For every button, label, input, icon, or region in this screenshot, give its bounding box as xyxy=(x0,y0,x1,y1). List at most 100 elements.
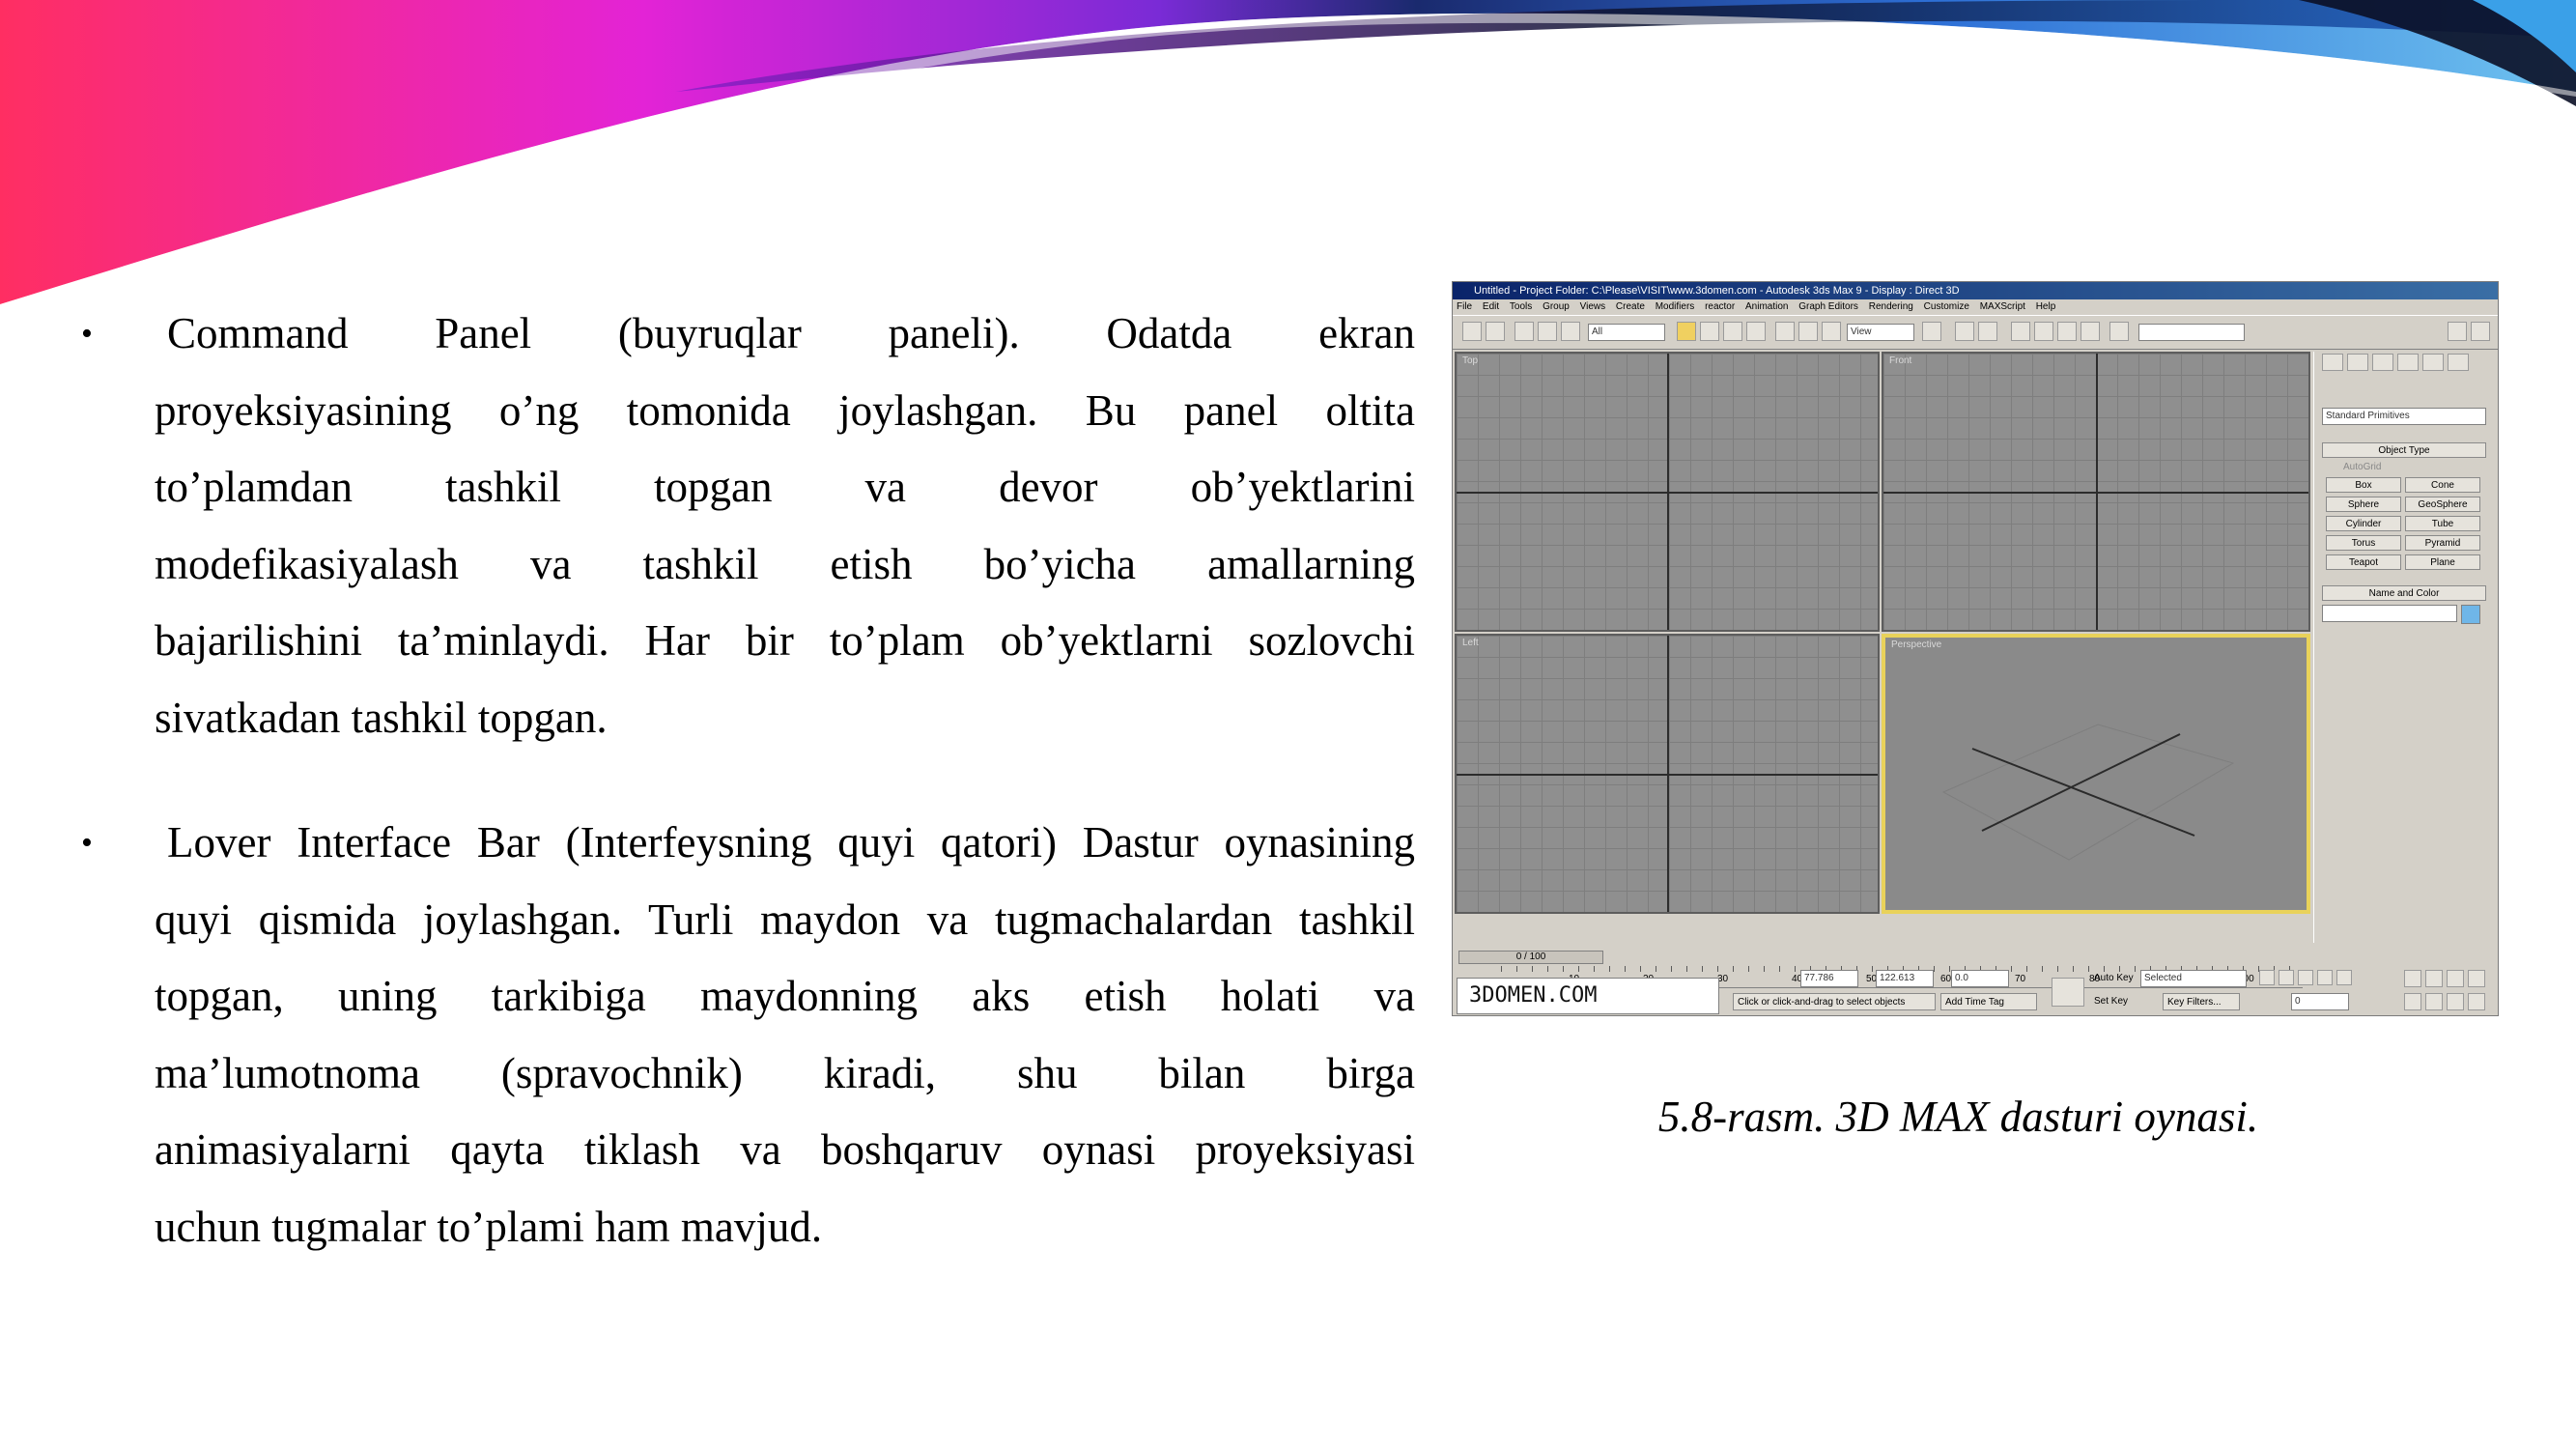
menu-item: Animation xyxy=(1744,301,1789,312)
hierarchy-tab-icon xyxy=(2372,354,2393,371)
main-toolbar: All View xyxy=(1453,315,2498,350)
object-button: Cylinder xyxy=(2326,516,2401,531)
object-button: Box xyxy=(2326,477,2401,493)
render-teapot-icon xyxy=(2471,322,2490,341)
select-by-name-icon xyxy=(1700,322,1719,341)
undo-icon xyxy=(1462,322,1482,341)
viewport-label: Front xyxy=(1889,355,1912,366)
next-frame-icon xyxy=(2317,970,2333,985)
menu-item: Help xyxy=(2035,301,2056,312)
grid-axis xyxy=(2096,354,2098,630)
unlink-icon xyxy=(1538,322,1557,341)
ruler-tick: 70 xyxy=(2015,974,2026,984)
text-line: ma’lumotnoma (spravochnik) kiradi, shu b… xyxy=(155,1048,1415,1097)
menu-item: File xyxy=(1457,301,1473,312)
pan-icon xyxy=(2425,993,2443,1010)
angle-snap-icon xyxy=(1978,322,1997,341)
menu-item: reactor xyxy=(1705,301,1736,312)
motion-tab-icon xyxy=(2397,354,2419,371)
region-icon xyxy=(1723,322,1742,341)
add-time-tag-button: Add Time Tag xyxy=(1940,993,2037,1010)
selected-dropdown: Selected xyxy=(2140,970,2247,987)
move-icon xyxy=(1775,322,1795,341)
menu-item: Group xyxy=(1543,301,1570,312)
selection-filter-field: All xyxy=(1588,324,1665,341)
create-tab-icon xyxy=(2322,354,2343,371)
menu-item: Modifiers xyxy=(1655,301,1695,312)
text-line: uchun tugmalar to’plami ham mavjud. xyxy=(155,1202,823,1251)
zoom-extents-icon xyxy=(2447,970,2464,987)
text-line: animasiyalarni qayta tiklash va boshqaru… xyxy=(155,1125,1415,1174)
align-icon xyxy=(2034,322,2053,341)
object-name-field xyxy=(2322,605,2457,622)
bind-icon xyxy=(1561,322,1580,341)
figure-caption: 5.8-rasm. 3D MAX dasturi oynasi. xyxy=(1657,1093,2259,1141)
zoom-extents-all-icon xyxy=(2468,970,2485,987)
display-tab-icon xyxy=(2422,354,2444,371)
object-button: Teapot xyxy=(2326,554,2401,570)
key-filters-button: Key Filters... xyxy=(2163,993,2240,1010)
name-color-header: Name and Color xyxy=(2322,585,2486,601)
link-icon xyxy=(1514,322,1534,341)
time-slider: 0 / 100 xyxy=(1458,951,1603,964)
ruler-tick: 60 xyxy=(1940,974,1952,984)
rotate-icon xyxy=(1798,322,1818,341)
viewport-front: Front xyxy=(1882,352,2310,632)
viewport-label: Top xyxy=(1462,355,1479,366)
reference-coord-field: View xyxy=(1847,324,1914,341)
render-icon xyxy=(2109,322,2129,341)
frame-field: 0 xyxy=(2291,993,2349,1010)
named-selection-field xyxy=(2138,324,2245,341)
bullet-marker: • xyxy=(81,316,93,352)
window-title-bar: Untitled - Project Folder: C:\Please\VIS… xyxy=(1453,282,2498,299)
auto-key-button: Auto Key xyxy=(2094,973,2134,983)
utilities-tab-icon xyxy=(2448,354,2469,371)
scale-icon xyxy=(1822,322,1841,341)
paragraph-command-panel: Command Panel (buyruqlar paneli). Odatda… xyxy=(155,296,1415,756)
menu-item: Views xyxy=(1579,301,1606,312)
menu-item: Graph Editors xyxy=(1798,301,1858,312)
viewport-left: Left xyxy=(1455,634,1880,914)
curve-editor-icon xyxy=(2057,322,2077,341)
object-color-swatch xyxy=(2461,605,2480,624)
set-key-button: Set Key xyxy=(2094,996,2129,1007)
zoom-all-icon xyxy=(2425,970,2443,987)
viewport-perspective: Perspective xyxy=(1882,634,2310,914)
text-line: quyi qismida joylashgan. Turli maydon va… xyxy=(155,895,1415,944)
viewport-label: Left xyxy=(1462,638,1479,648)
redo-icon xyxy=(1486,322,1505,341)
quick-render-icon xyxy=(2448,322,2467,341)
fov-icon xyxy=(2404,993,2421,1010)
orbit-icon xyxy=(2447,993,2464,1010)
menu-item: Edit xyxy=(1482,301,1500,312)
go-start-icon xyxy=(2259,970,2275,985)
window-crossing-icon xyxy=(1746,322,1766,341)
status-prompt: Click or click-and-drag to select object… xyxy=(1733,993,1936,1010)
text-line: sivatkadan tashkil topgan. xyxy=(155,693,608,742)
perspective-grid xyxy=(1941,724,2235,861)
snap-icon xyxy=(1955,322,1974,341)
text-line: to’plamdan tashkil topgan va devor ob’ye… xyxy=(155,463,1415,511)
grid-axis xyxy=(1667,354,1669,630)
menu-item: Tools xyxy=(1509,301,1533,312)
header-banner xyxy=(0,0,2576,309)
viewport-top: Top xyxy=(1455,352,1880,632)
coord-z-field: 0.0 xyxy=(1951,970,2009,987)
paragraph-lower-interface-bar: Lover Interface Bar (Interfeysning quyi … xyxy=(155,805,1415,1265)
text-line: bajarilishini ta’minlaydi. Har bir to’pl… xyxy=(155,616,1415,665)
grid-axis xyxy=(1667,636,1669,912)
select-icon xyxy=(1677,322,1696,341)
object-button: Tube xyxy=(2405,516,2480,531)
prev-frame-icon xyxy=(2279,970,2294,985)
coord-y-field: 122.613 xyxy=(1876,970,1934,987)
object-button: Pyramid xyxy=(2405,535,2480,551)
modify-tab-icon xyxy=(2347,354,2368,371)
object-button: Cone xyxy=(2405,477,2480,493)
3dsmax-screenshot: Untitled - Project Folder: C:\Please\VIS… xyxy=(1452,281,2499,1016)
key-icon xyxy=(2052,978,2084,1007)
bullet-marker: • xyxy=(81,825,93,861)
text-line: topgan, uning tarkibiga maydonning aks e… xyxy=(155,972,1415,1020)
go-end-icon xyxy=(2336,970,2352,985)
menu-bar: File Edit Tools Group Views Create Modif… xyxy=(1453,299,2498,315)
command-panel: Standard Primitives Object Type AutoGrid… xyxy=(2313,352,2498,943)
